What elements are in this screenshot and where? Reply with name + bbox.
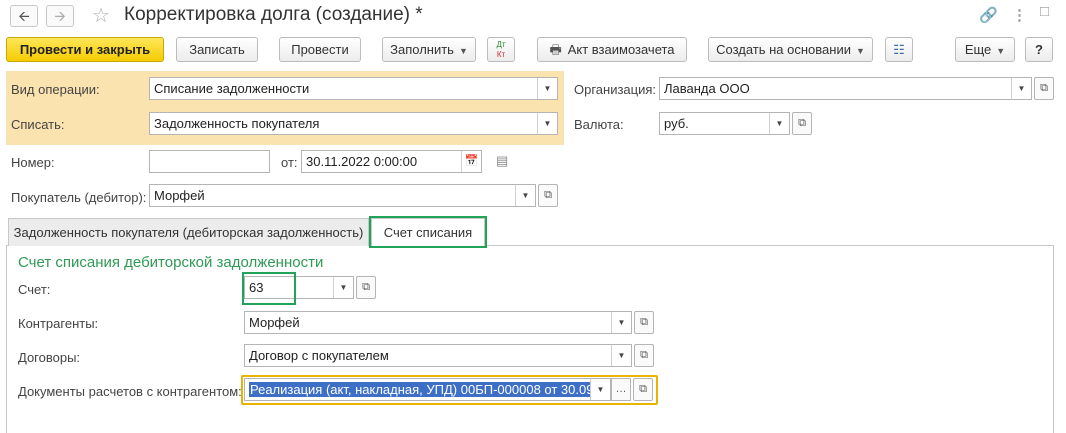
date-label: от: xyxy=(281,155,298,170)
calendar-icon[interactable]: 📅 xyxy=(461,151,481,172)
save-button[interactable]: Записать xyxy=(176,37,258,62)
chevron-down-icon[interactable]: ▼ xyxy=(611,345,631,366)
more-vertical-icon[interactable]: ⋮ xyxy=(1012,6,1027,24)
buyer-label: Покупатель (дебитор): xyxy=(11,190,147,205)
create-based-on-button[interactable]: Создать на основании ▼ xyxy=(708,37,873,62)
structure-button[interactable]: ☷ xyxy=(885,37,913,62)
currency-label: Валюта: xyxy=(574,117,624,132)
open-icon: ⧉ xyxy=(1040,82,1048,94)
currency-open-button[interactable]: ⧉ xyxy=(792,112,812,135)
kt-label: Кт xyxy=(496,50,506,59)
chevron-down-icon[interactable]: ▼ xyxy=(515,185,535,206)
currency-value: руб. xyxy=(664,116,689,131)
back-button[interactable]: 🡨 xyxy=(10,5,38,27)
dt-label: Дт xyxy=(496,40,506,49)
fill-button[interactable]: Заполнить ▼ xyxy=(382,37,476,62)
documents-select-button[interactable]: … xyxy=(611,378,631,401)
window-title: Корректировка долга (создание) * xyxy=(124,4,423,25)
chevron-down-icon: ▼ xyxy=(996,46,1006,56)
number-label: Номер: xyxy=(11,155,55,170)
post-and-close-label: Провести и закрыть xyxy=(19,42,151,57)
buyer-field[interactable]: Морфей ▼ xyxy=(149,184,536,207)
counterparty-open-button[interactable]: ⧉ xyxy=(634,311,654,334)
organization-label: Организация: xyxy=(574,82,657,97)
counterparty-value: Морфей xyxy=(249,315,300,330)
organization-field[interactable]: Лаванда ООО ▼ xyxy=(659,77,1032,100)
tab-buyer-debt-label: Задолженность покупателя (дебиторская за… xyxy=(13,225,364,240)
organization-value: Лаванда ООО xyxy=(664,81,750,96)
open-icon: ⧉ xyxy=(362,281,370,293)
post-button[interactable]: Провести xyxy=(279,37,361,62)
buyer-open-button[interactable]: ⧉ xyxy=(538,184,558,207)
open-icon: ⧉ xyxy=(640,316,648,328)
contract-label: Договоры: xyxy=(18,350,81,365)
counterparty-field[interactable]: Морфей ▼ xyxy=(244,311,632,334)
organization-open-button[interactable]: ⧉ xyxy=(1034,77,1054,100)
date-input[interactable]: 30.11.2022 0:00:00 📅 xyxy=(301,150,482,173)
more-label: Еще xyxy=(964,42,992,57)
operation-select[interactable]: Списание задолженности ▼ xyxy=(149,77,558,100)
operation-label: Вид операции: xyxy=(11,82,100,97)
open-icon: ⧉ xyxy=(640,349,648,361)
more-button[interactable]: Еще ▼ xyxy=(955,37,1015,62)
open-icon: ⧉ xyxy=(798,117,806,129)
post-and-close-button[interactable]: Провести и закрыть xyxy=(6,37,164,62)
documents-open-button[interactable]: ⧉ xyxy=(633,378,653,401)
documents-value: Реализация (акт, накладная, УПД) 00БП-00… xyxy=(249,382,595,397)
offset-act-button[interactable]: 🖶 Акт взаимозачета xyxy=(537,37,687,62)
forward-button[interactable]: 🡪 xyxy=(46,5,74,27)
save-label: Записать xyxy=(189,42,245,57)
counterparty-label: Контрагенты: xyxy=(18,316,99,331)
favorite-star-icon[interactable]: ☆ xyxy=(92,3,110,28)
chevron-down-icon[interactable]: ▼ xyxy=(590,379,610,400)
contract-field[interactable]: Договор с покупателем ▼ xyxy=(244,344,632,367)
dt-kt-button[interactable]: Дт Кт xyxy=(487,37,515,62)
operation-value: Списание задолженности xyxy=(154,81,310,96)
contract-open-button[interactable]: ⧉ xyxy=(634,344,654,367)
link-icon[interactable]: 🔗 xyxy=(979,6,998,24)
writeoff-select[interactable]: Задолженность покупателя ▼ xyxy=(149,112,558,135)
printer-icon: 🖶 xyxy=(549,42,562,57)
chevron-down-icon[interactable]: ▼ xyxy=(1011,78,1031,99)
dt-kt-icon: Дт Кт xyxy=(488,40,514,60)
documents-label: Документы расчетов с контрагентом: xyxy=(18,384,242,399)
writeoff-label: Списать: xyxy=(11,117,65,132)
account-label: Счет: xyxy=(18,282,51,297)
chevron-down-icon[interactable]: ▼ xyxy=(537,78,557,99)
chevron-down-icon[interactable]: ▼ xyxy=(611,312,631,333)
fill-label: Заполнить xyxy=(390,42,454,57)
number-input[interactable] xyxy=(149,150,270,173)
offset-act-label: Акт взаимозачета xyxy=(567,42,675,57)
buyer-value: Морфей xyxy=(154,188,205,203)
currency-field[interactable]: руб. ▼ xyxy=(659,112,790,135)
chevron-down-icon: ▼ xyxy=(458,46,468,56)
documents-field[interactable]: Реализация (акт, накладная, УПД) 00БП-00… xyxy=(244,378,611,401)
chevron-down-icon[interactable]: ▼ xyxy=(333,277,353,298)
chevron-down-icon[interactable]: ▼ xyxy=(769,113,789,134)
chevron-down-icon: ▼ xyxy=(855,46,865,56)
help-button[interactable]: ? xyxy=(1025,37,1053,62)
writeoff-value: Задолженность покупателя xyxy=(154,116,320,131)
comment-icon[interactable]: ▤ xyxy=(496,153,508,169)
account-open-button[interactable]: ⧉ xyxy=(356,276,376,299)
section-title: Счет списания дебиторской задолженности xyxy=(18,254,324,271)
chevron-down-icon[interactable]: ▼ xyxy=(537,113,557,134)
create-based-on-label: Создать на основании xyxy=(716,42,851,57)
open-icon: ⧉ xyxy=(544,189,552,201)
help-label: ? xyxy=(1035,42,1043,57)
post-label: Провести xyxy=(291,42,349,57)
contract-value: Договор с покупателем xyxy=(249,348,389,363)
tab-buyer-debt[interactable]: Задолженность покупателя (дебиторская за… xyxy=(8,218,369,246)
arrow-right-icon: 🡪 xyxy=(54,8,66,24)
arrow-left-icon: 🡨 xyxy=(18,8,30,24)
ellipsis-icon: … xyxy=(615,383,627,395)
open-icon: ⧉ xyxy=(639,383,647,395)
structure-icon: ☷ xyxy=(893,42,905,57)
date-value: 30.11.2022 0:00:00 xyxy=(306,154,418,169)
tab-highlight-box xyxy=(369,216,487,248)
account-highlight-box xyxy=(242,272,296,305)
maximize-icon[interactable]: □ xyxy=(1040,3,1049,20)
